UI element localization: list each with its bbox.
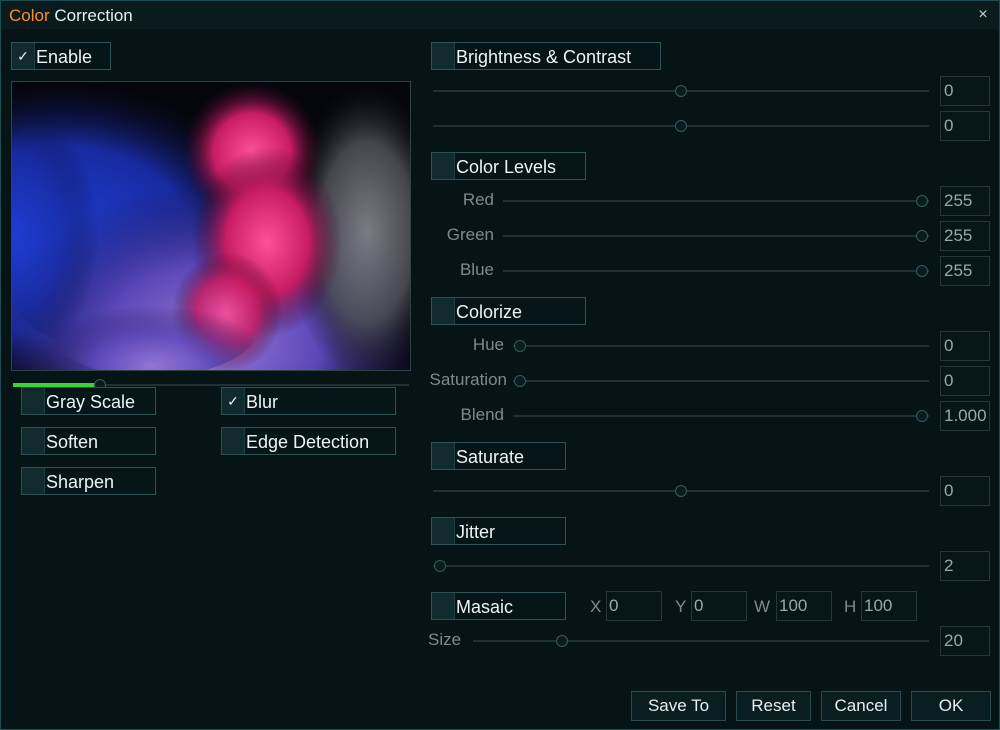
contrast-value[interactable]: 0 <box>940 111 990 141</box>
colorize-label: Colorize <box>456 302 523 322</box>
jitter-label: Jitter <box>456 522 496 542</box>
green-value[interactable]: 255 <box>940 221 990 251</box>
green-slider-track[interactable] <box>503 235 929 237</box>
blue-value[interactable]: 255 <box>940 256 990 286</box>
red-label: Red <box>462 190 494 209</box>
color-correction-dialog: Color Correction × ✓ Enable Gray Scale ✓… <box>0 0 1000 730</box>
blue-label: Blue <box>459 260 494 279</box>
brightness-contrast-checkbox[interactable]: Brightness & Contrast <box>431 42 661 70</box>
blend-label: Blend <box>460 405 504 424</box>
masaic-h-label: H <box>844 597 857 616</box>
blue-slider-track[interactable] <box>503 270 929 272</box>
saturation-slider-track[interactable] <box>513 380 929 382</box>
red-slider-track[interactable] <box>503 200 929 202</box>
saturate-value[interactable]: 0 <box>940 476 990 506</box>
size-value[interactable]: 20 <box>940 626 990 656</box>
close-icon[interactable]: × <box>975 6 991 24</box>
colorize-checkbox[interactable]: Colorize <box>431 297 586 325</box>
brightness-slider-thumb[interactable] <box>675 85 687 97</box>
sharpen-checkbox[interactable]: Sharpen <box>21 467 156 495</box>
window-title: Color Correction <box>9 6 133 26</box>
smoke-preview-graphic <box>12 82 410 370</box>
red-slider-thumb[interactable] <box>916 195 928 207</box>
brightness-contrast-label: Brightness & Contrast <box>456 47 632 67</box>
jitter-value[interactable]: 2 <box>940 551 990 581</box>
saturation-label: Saturation <box>429 370 508 389</box>
blend-value[interactable]: 1.000 <box>940 401 990 431</box>
masaic-x-input[interactable]: 0 <box>606 591 662 621</box>
saturate-slider-thumb[interactable] <box>675 485 687 497</box>
hue-slider-thumb[interactable] <box>514 340 526 352</box>
masaic-h-input[interactable]: 100 <box>861 591 917 621</box>
saturate-checkbox[interactable]: Saturate <box>431 442 566 470</box>
ok-button[interactable]: OK <box>911 691 991 721</box>
blend-slider-thumb[interactable] <box>916 410 928 422</box>
masaic-y-input[interactable]: 0 <box>691 591 747 621</box>
masaic-w-input[interactable]: 100 <box>776 591 832 621</box>
reset-button[interactable]: Reset <box>736 691 811 721</box>
edge-detection-checkbox[interactable]: Edge Detection <box>221 427 396 455</box>
check-icon: ✓ <box>12 43 35 69</box>
masaic-w-label: W <box>754 597 771 616</box>
size-label: Size <box>428 630 462 649</box>
red-value[interactable]: 255 <box>940 186 990 216</box>
enable-label: Enable <box>36 47 93 67</box>
sharpen-label: Sharpen <box>46 472 115 492</box>
blend-slider-track[interactable] <box>513 415 929 417</box>
masaic-x-label: X <box>590 597 602 616</box>
green-slider-thumb[interactable] <box>916 230 928 242</box>
hue-value[interactable]: 0 <box>940 331 990 361</box>
size-slider-thumb[interactable] <box>556 635 568 647</box>
brightness-value[interactable]: 0 <box>940 76 990 106</box>
blur-checkbox[interactable]: ✓ Blur <box>221 387 396 415</box>
blur-label: Blur <box>246 392 279 412</box>
saturation-value[interactable]: 0 <box>940 366 990 396</box>
soften-label: Soften <box>46 432 99 452</box>
jitter-checkbox[interactable]: Jitter <box>431 517 566 545</box>
masaic-checkbox[interactable]: Masaic <box>431 592 566 620</box>
enable-checkbox[interactable]: ✓ Enable <box>11 42 111 70</box>
window-title-accent: Color <box>9 6 50 25</box>
jitter-slider-track[interactable] <box>433 565 929 567</box>
blue-slider-thumb[interactable] <box>916 265 928 277</box>
hue-slider-track[interactable] <box>513 345 929 347</box>
hue-label: Hue <box>472 335 504 354</box>
color-levels-label: Color Levels <box>456 157 557 177</box>
gray-scale-checkbox[interactable]: Gray Scale <box>21 387 156 415</box>
jitter-slider-thumb[interactable] <box>434 560 446 572</box>
contrast-slider-thumb[interactable] <box>675 120 687 132</box>
window-title-rest: Correction <box>49 6 133 25</box>
check-icon: ✓ <box>222 388 245 414</box>
saturate-label: Saturate <box>456 447 525 467</box>
gray-scale-label: Gray Scale <box>46 392 136 412</box>
cancel-button[interactable]: Cancel <box>821 691 901 721</box>
size-slider-track[interactable] <box>473 640 929 642</box>
soften-checkbox[interactable]: Soften <box>21 427 156 455</box>
saturation-slider-thumb[interactable] <box>514 375 526 387</box>
masaic-label: Masaic <box>456 597 514 617</box>
color-levels-checkbox[interactable]: Color Levels <box>431 152 586 180</box>
preview-image <box>11 81 411 371</box>
edge-detection-label: Edge Detection <box>246 432 370 452</box>
masaic-y-label: Y <box>675 597 687 616</box>
save-to-button[interactable]: Save To <box>631 691 726 721</box>
green-label: Green <box>446 225 494 244</box>
title-bar: Color Correction × <box>1 1 999 29</box>
